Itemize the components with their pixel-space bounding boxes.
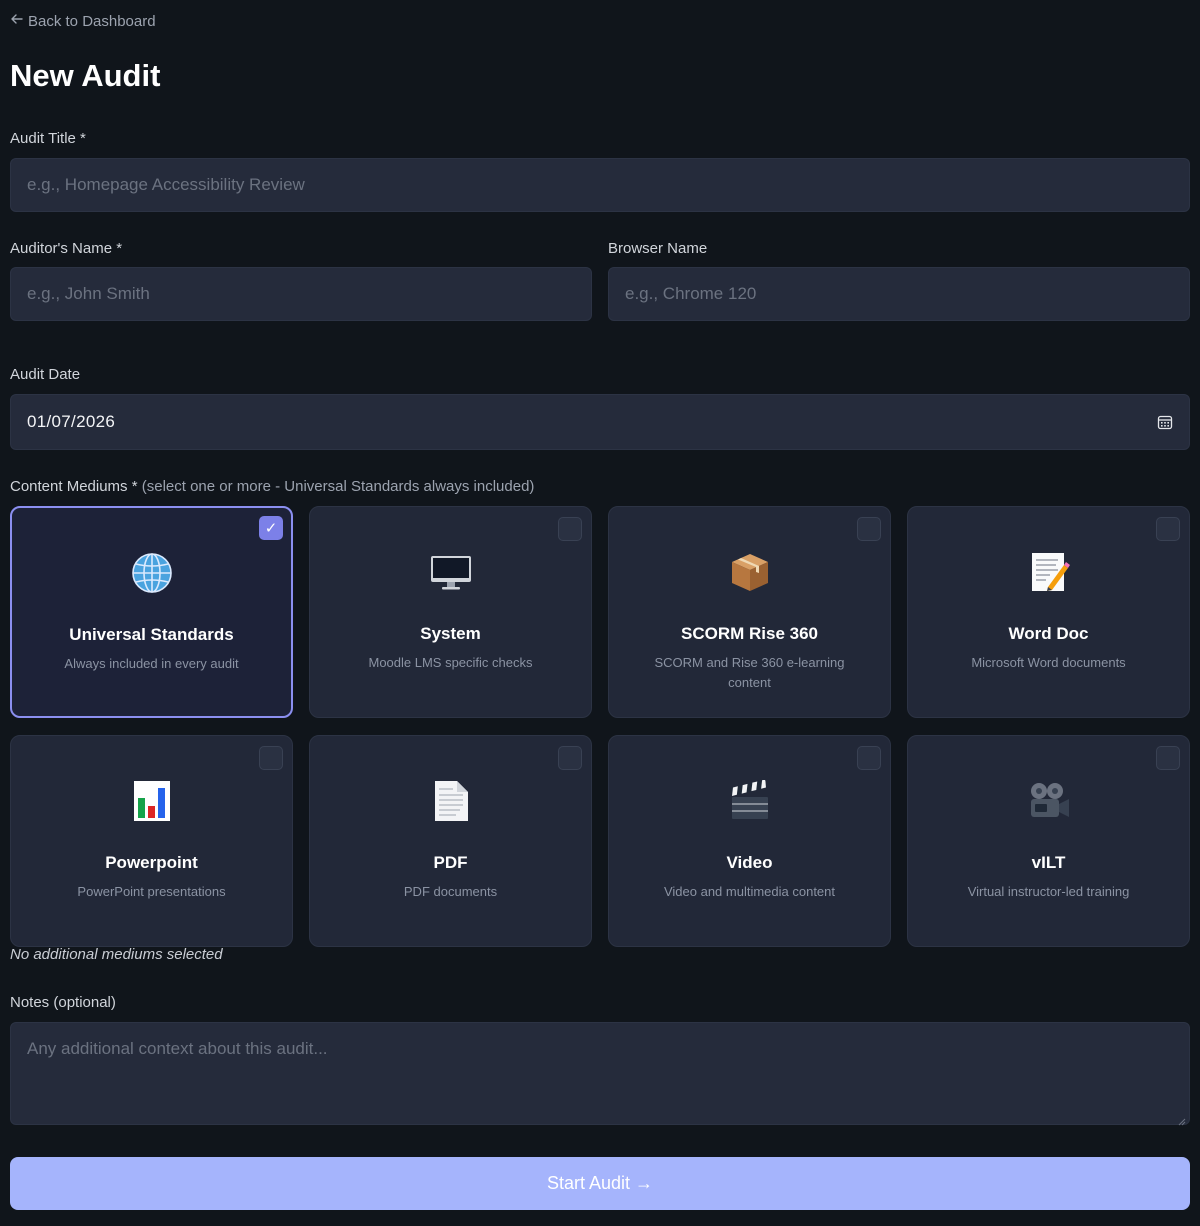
notes-field[interactable] [10, 1022, 1190, 1126]
arrow-left-icon [10, 12, 24, 30]
back-link-label: Back to Dashboard [28, 12, 156, 30]
content-mediums-hint: (select one or more - Universal Standard… [141, 478, 535, 495]
content-mediums-title: Content Mediums * [10, 478, 138, 495]
medium-description: Microsoft Word documents [971, 655, 1126, 670]
checkbox-unchecked[interactable] [857, 746, 881, 770]
notes-textarea[interactable] [11, 1023, 1189, 1124]
medium-card-video[interactable]: Video Video and multimedia content [608, 735, 891, 947]
medium-title: Video [726, 853, 773, 872]
browser-name-input[interactable] [625, 284, 1173, 304]
resize-handle-icon[interactable] [1178, 1113, 1186, 1126]
globe-icon [131, 552, 173, 594]
clapper-board-icon [729, 780, 771, 822]
medium-title: vILT [1031, 853, 1066, 872]
content-mediums-label: Content Mediums * (select one or more - … [10, 478, 534, 495]
medium-title: PDF [433, 853, 468, 872]
mediums-status: No additional mediums selected [10, 946, 223, 963]
medium-card-scorm-rise-360[interactable]: SCORM Rise 360 SCORM and Rise 360 e-lear… [608, 506, 891, 718]
medium-title: SCORM Rise 360 [681, 624, 818, 643]
computer-icon [430, 551, 472, 593]
medium-card-universal-standards[interactable]: ✓ Universal Standards Always included in… [10, 506, 293, 718]
audit-date-label: Audit Date [10, 366, 81, 383]
medium-card-vilt[interactable]: vILT Virtual instructor-led training [907, 735, 1190, 947]
medium-title: Powerpoint [105, 853, 198, 872]
medium-title: Word Doc [1008, 624, 1089, 643]
medium-description: Video and multimedia content [663, 884, 836, 899]
page-title: New Audit [10, 58, 161, 93]
checkbox-unchecked[interactable] [558, 746, 582, 770]
medium-description: PDF documents [403, 884, 498, 899]
audit-title-input[interactable] [27, 175, 1173, 195]
package-icon [729, 551, 771, 593]
medium-description: Moodle LMS specific checks [368, 655, 533, 670]
audit-title-label: Audit Title * [10, 130, 86, 147]
auditor-name-field[interactable] [10, 267, 592, 321]
notes-label: Notes (optional) [10, 994, 116, 1011]
medium-card-word-doc[interactable]: Word Doc Microsoft Word documents [907, 506, 1190, 718]
calendar-icon[interactable] [1157, 414, 1173, 430]
checkbox-checked[interactable]: ✓ [259, 516, 283, 540]
memo-icon [1028, 551, 1070, 593]
medium-card-system[interactable]: System Moodle LMS specific checks [309, 506, 592, 718]
bar-chart-icon [131, 780, 173, 822]
checkbox-unchecked[interactable] [259, 746, 283, 770]
auditor-name-label: Auditor's Name * [10, 240, 123, 257]
medium-title: Universal Standards [69, 625, 234, 644]
medium-description: SCORM and Rise 360 e-learning content [654, 655, 845, 690]
medium-description: Always included in every audit [64, 656, 239, 671]
page-icon [430, 780, 472, 822]
audit-date-field[interactable]: 01/07/2026 [10, 394, 1190, 450]
medium-title: System [420, 624, 481, 643]
browser-name-field[interactable] [608, 267, 1190, 321]
back-to-dashboard-link[interactable]: Back to Dashboard [10, 12, 156, 30]
audit-title-field[interactable] [10, 158, 1190, 212]
medium-card-powerpoint[interactable]: Powerpoint PowerPoint presentations [10, 735, 293, 947]
auditor-name-input[interactable] [27, 284, 575, 304]
medium-description: PowerPoint presentations [77, 884, 226, 899]
movie-camera-icon [1028, 780, 1070, 822]
medium-description: Virtual instructor-led training [967, 884, 1130, 899]
checkbox-unchecked[interactable] [1156, 517, 1180, 541]
checkbox-unchecked[interactable] [558, 517, 582, 541]
checkbox-unchecked[interactable] [1156, 746, 1180, 770]
audit-date-value[interactable]: 01/07/2026 [27, 412, 115, 432]
checkbox-unchecked[interactable] [857, 517, 881, 541]
medium-card-pdf[interactable]: PDF PDF documents [309, 735, 592, 947]
start-audit-button[interactable]: Start Audit → [10, 1157, 1190, 1210]
browser-name-label: Browser Name [608, 240, 708, 257]
